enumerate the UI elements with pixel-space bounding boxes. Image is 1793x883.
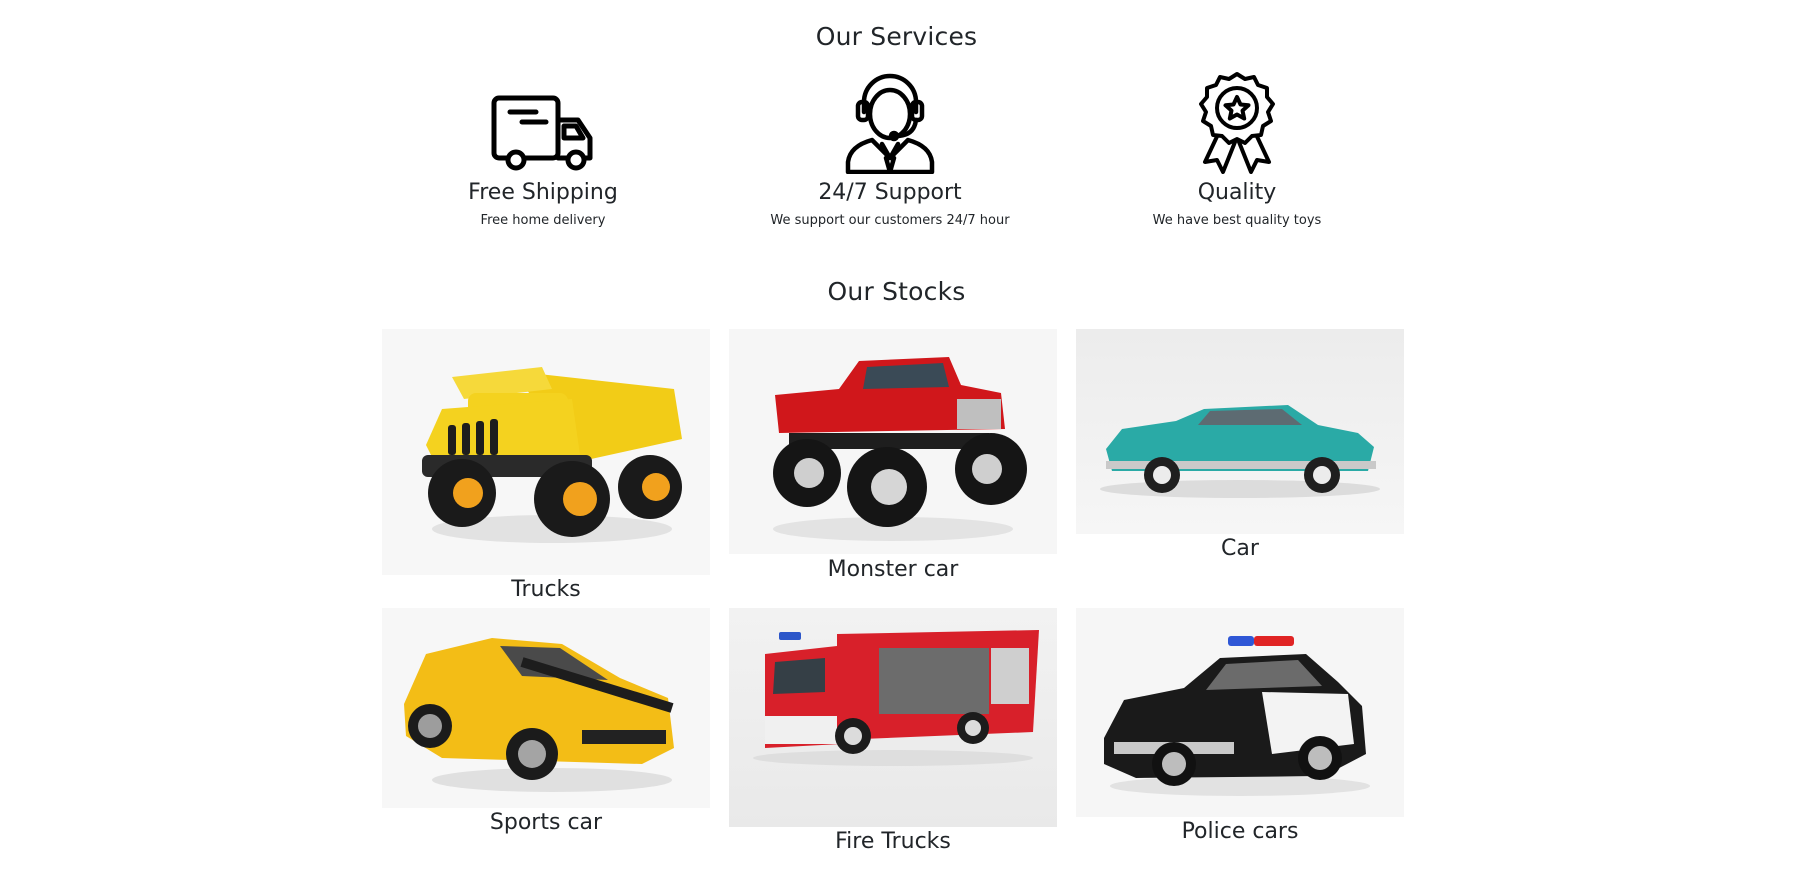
police-car-image[interactable] <box>1076 608 1404 817</box>
monster-truck-image[interactable] <box>729 329 1057 554</box>
service-card-quality: Quality We have best quality toys <box>1087 70 1387 228</box>
delivery-truck-icon <box>491 95 593 171</box>
sports-car-image[interactable] <box>382 608 710 808</box>
services-heading: Our Services <box>815 22 978 51</box>
service-card-support: 24/7 Support We support our customers 24… <box>740 70 1040 228</box>
stock-label: Fire Trucks <box>835 829 951 854</box>
service-description: Free home delivery <box>480 213 606 228</box>
stocks-heading: Our Stocks <box>827 277 966 306</box>
stock-card-police-cars[interactable]: Police cars <box>1076 608 1404 844</box>
classic-car-image[interactable] <box>1076 329 1404 534</box>
support-agent-icon <box>845 73 935 174</box>
stock-card-fire-trucks[interactable]: Fire Trucks <box>729 608 1057 854</box>
service-description: We support our customers 24/7 hour <box>770 213 1010 228</box>
stock-card-trucks[interactable]: Trucks <box>382 329 710 602</box>
stock-card-sports-car[interactable]: Sports car <box>382 608 710 835</box>
stock-label: Car <box>1221 536 1259 561</box>
service-title: 24/7 Support <box>818 180 962 205</box>
service-title: Free Shipping <box>468 180 618 205</box>
stock-label: Sports car <box>489 810 603 835</box>
service-card-free-shipping: Free Shipping Free home delivery <box>393 70 693 228</box>
page: Our Services Free Shipping Free home del… <box>0 0 1793 883</box>
stock-card-monster-car[interactable]: Monster car <box>729 329 1057 582</box>
stock-card-car[interactable]: Car <box>1076 329 1404 561</box>
stock-label: Police cars <box>1181 819 1299 844</box>
stock-label: Trucks <box>511 577 581 602</box>
service-title: Quality <box>1197 180 1277 205</box>
service-description: We have best quality toys <box>1152 213 1322 228</box>
fire-truck-image[interactable] <box>729 608 1057 827</box>
stock-label: Monster car <box>827 557 959 582</box>
quality-badge-icon <box>1199 72 1275 174</box>
dump-truck-image[interactable] <box>382 329 710 575</box>
